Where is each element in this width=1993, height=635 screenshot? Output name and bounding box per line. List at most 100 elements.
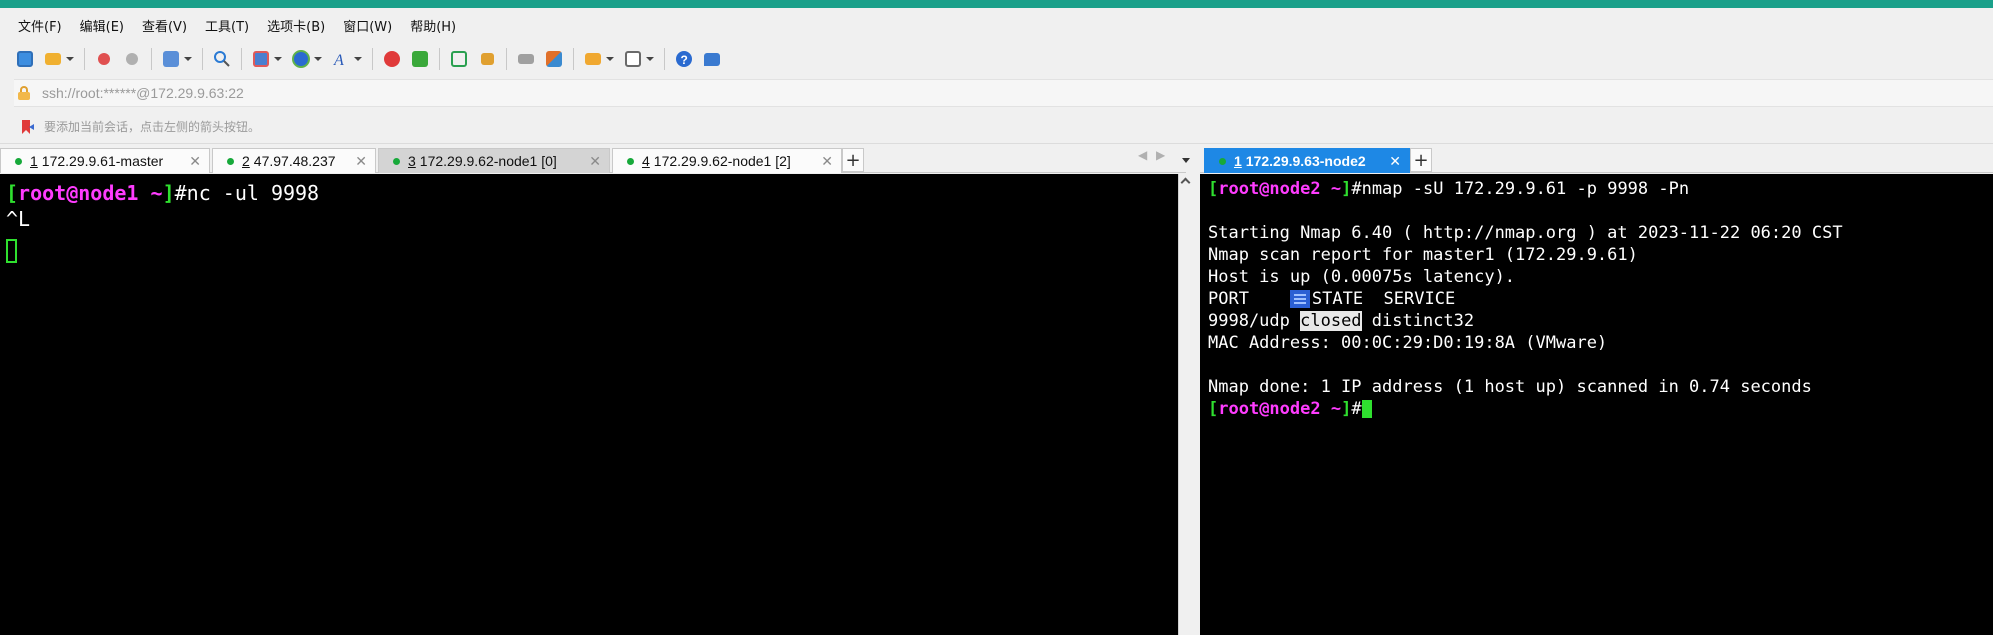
chat-icon[interactable]	[701, 48, 723, 70]
tab-label: 172.29.9.62-node1 [2]	[653, 153, 791, 169]
right-tab-bar: 1 172.29.9.63-node2 ✕ +	[1200, 144, 1993, 173]
connected-icon	[1219, 157, 1226, 165]
layout-dropdown[interactable]	[646, 48, 654, 70]
toolbar-separator	[664, 48, 665, 70]
connected-icon	[15, 157, 22, 165]
address-text: ssh://root:******@172.29.9.63:22	[42, 85, 244, 101]
connected-icon	[627, 157, 634, 165]
fullscreen-icon[interactable]	[448, 48, 470, 70]
open-folder-icon[interactable]	[42, 48, 64, 70]
left-scrollbar[interactable]	[1178, 174, 1192, 635]
compose-icon[interactable]	[381, 48, 403, 70]
menu-edit[interactable]: 编辑(E)	[80, 16, 124, 35]
toolbar-separator	[202, 48, 203, 70]
terminal-line: Starting Nmap 6.40 ( http://nmap.org ) a…	[1208, 223, 1843, 243]
menu-file[interactable]: 文件(F)	[18, 16, 62, 35]
terminal-line: ^L	[6, 207, 31, 231]
toolbar-separator	[439, 48, 440, 70]
terminal-right[interactable]: [root@node2 ~]#nmap -sU 172.29.9.61 -p 9…	[1200, 174, 1993, 635]
text-cursor	[6, 238, 17, 263]
tab-label: 172.29.9.61-master	[41, 153, 164, 169]
font-icon[interactable]: A	[330, 48, 352, 70]
menu-help[interactable]: 帮助(H)	[410, 16, 456, 35]
tab-session-1[interactable]: 1 172.29.9.61-master ✕	[0, 148, 210, 173]
menu-tools[interactable]: 工具(T)	[205, 16, 249, 35]
toolbar: A ?	[0, 42, 1993, 76]
close-icon[interactable]: ✕	[189, 153, 201, 170]
terminal-line: Nmap scan report for master1 (172.29.9.6…	[1208, 245, 1638, 265]
terminal-line: Host is up (0.00075s latency).	[1208, 267, 1516, 287]
terminal-line: [root@node2 ~]#nmap -sU 172.29.9.61 -p 9…	[1208, 179, 1690, 199]
hint-text: 要添加当前会话，点击左侧的箭头按钮。	[44, 120, 261, 134]
reconnect-icon[interactable]	[121, 48, 143, 70]
add-tab-button[interactable]: +	[1410, 148, 1432, 172]
tab-list-dropdown-icon[interactable]	[1182, 158, 1190, 163]
svg-text:?: ?	[681, 53, 688, 67]
tab-scroll-left-icon[interactable]: ◀	[1138, 148, 1147, 162]
close-icon[interactable]: ✕	[1389, 153, 1401, 170]
help-icon[interactable]: ?	[673, 48, 695, 70]
terminal-left[interactable]: [root@node1 ~]#nc -ul 9998 ^L	[0, 174, 1178, 635]
transfer-dropdown[interactable]	[274, 48, 282, 70]
close-icon[interactable]: ✕	[355, 153, 367, 170]
address-field[interactable]: ssh://root:******@172.29.9.63:22	[14, 79, 1993, 107]
pane-divider[interactable]	[1192, 144, 1200, 635]
svg-text:A: A	[333, 52, 344, 68]
session-hint-bar: 要添加当前会话，点击左侧的箭头按钮。	[0, 110, 1993, 144]
terminal-line: 9998/udp closed distinct32	[1208, 311, 1475, 331]
menu-view[interactable]: 查看(V)	[142, 16, 187, 35]
layout-icon[interactable]	[622, 48, 644, 70]
highlight-marker-icon	[1289, 290, 1310, 308]
tab-label: 172.29.9.62-node1 [0]	[419, 153, 557, 169]
new-session-icon[interactable]	[14, 48, 36, 70]
close-icon[interactable]: ✕	[589, 153, 601, 170]
globe-icon[interactable]	[290, 48, 312, 70]
connected-icon	[393, 157, 400, 165]
keyboard-icon[interactable]	[515, 48, 537, 70]
text-cursor	[1361, 400, 1372, 418]
find-icon[interactable]	[211, 48, 233, 70]
toolbar-separator	[84, 48, 85, 70]
toolbar-separator	[573, 48, 574, 70]
tab-scroll-right-icon[interactable]: ▶	[1156, 148, 1165, 162]
globe-dropdown[interactable]	[314, 48, 322, 70]
properties-icon[interactable]	[160, 48, 182, 70]
tab-number: 1	[1234, 153, 1242, 169]
highlight-icon[interactable]	[543, 48, 565, 70]
close-icon[interactable]: ✕	[821, 153, 833, 170]
disconnect-icon[interactable]	[93, 48, 115, 70]
font-dropdown[interactable]	[354, 48, 362, 70]
add-folder-icon[interactable]	[582, 48, 604, 70]
xftp-icon[interactable]	[409, 48, 431, 70]
tab-session-node2[interactable]: 1 172.29.9.63-node2 ✕	[1204, 148, 1410, 173]
scroll-up-icon[interactable]	[1180, 177, 1191, 188]
toolbar-separator	[151, 48, 152, 70]
title-strip	[0, 0, 1993, 8]
tab-number: 2	[242, 153, 250, 169]
tab-label: 47.97.48.237	[253, 153, 336, 169]
open-folder-dropdown[interactable]	[66, 48, 74, 70]
menu-window[interactable]: 窗口(W)	[343, 16, 392, 35]
terminal-line: MAC Address: 00:0C:29:D0:19:8A (VMware)	[1208, 333, 1608, 353]
add-tab-button[interactable]: +	[842, 148, 864, 172]
toolbar-separator	[372, 48, 373, 70]
transfer-icon[interactable]	[250, 48, 272, 70]
connected-icon	[227, 157, 234, 165]
tab-number: 1	[30, 153, 38, 169]
terminal-line: [root@node1 ~]#nc -ul 9998	[6, 181, 320, 205]
lock-icon[interactable]	[476, 48, 498, 70]
tab-session-2[interactable]: 2 47.97.48.237 ✕	[212, 148, 376, 173]
tab-label: 172.29.9.63-node2	[1245, 153, 1366, 169]
tab-session-4[interactable]: 4 172.29.9.62-node1 [2] ✕	[612, 148, 842, 173]
terminal-line: Nmap done: 1 IP address (1 host up) scan…	[1208, 377, 1812, 397]
menu-tabs[interactable]: 选项卡(B)	[267, 16, 325, 35]
left-tab-bar: 1 172.29.9.61-master ✕ 2 47.97.48.237 ✕ 31…	[0, 144, 1186, 173]
toolbar-separator	[506, 48, 507, 70]
tab-session-3[interactable]: 3 172.29.9.62-node1 [0] ✕	[378, 148, 610, 173]
properties-dropdown[interactable]	[184, 48, 192, 70]
bookmark-arrow-icon[interactable]	[20, 119, 36, 135]
menu-bar: 文件(F) 编辑(E) 查看(V) 工具(T) 选项卡(B) 窗口(W) 帮助(…	[0, 8, 1993, 42]
add-folder-dropdown[interactable]	[606, 48, 614, 70]
